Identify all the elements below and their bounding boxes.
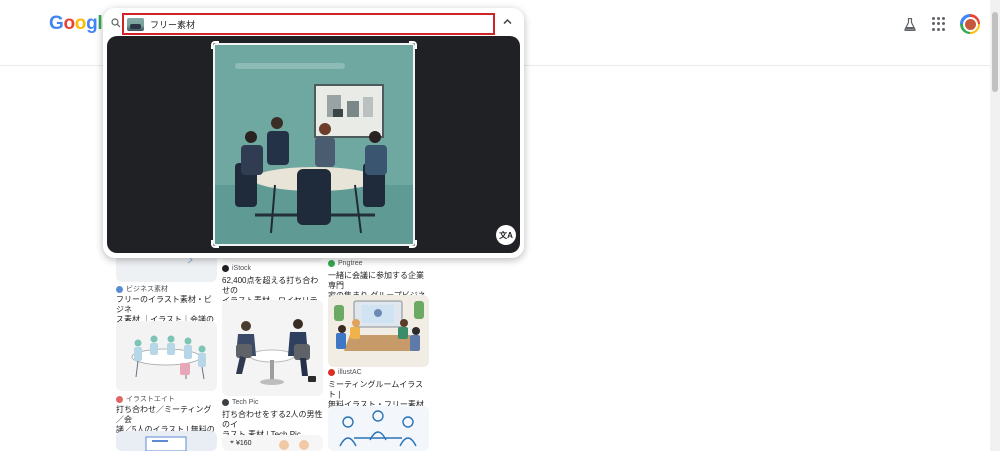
preview-image[interactable] <box>213 43 415 246</box>
favicon-icon <box>116 395 123 403</box>
logo-letter: o <box>63 13 75 34</box>
favicon-icon <box>328 369 335 376</box>
result-source-1[interactable]: ビジネス素材 <box>116 284 168 294</box>
result-image-5[interactable] <box>222 300 323 396</box>
logo-letter: G <box>49 13 64 34</box>
source-name: ビジネス素材 <box>126 286 168 293</box>
caption-line: 打ち合わせをする2人の男性のイ <box>222 410 323 429</box>
caption-line: 62,400点を超える打ち合わせの <box>222 276 319 295</box>
search-icon <box>111 18 121 28</box>
source-name: Pngtree <box>338 260 363 267</box>
google-lens-results-page: Google ビジネス素材 フリーのイラスト素材・ビジネ ス素材 ｜イラスト｜会… <box>0 0 1000 451</box>
result-source-5[interactable]: Tech Pic <box>222 399 258 406</box>
result-source-6[interactable]: illustAC <box>328 369 362 376</box>
result-image-8[interactable]: ⌖ ¥160 <box>222 435 323 451</box>
source-name: illustAC <box>338 369 362 376</box>
caption-line: フリーのイラスト素材・ビジネ <box>116 295 212 314</box>
source-name: Tech Pic <box>232 399 259 406</box>
logo-letter: o <box>74 13 87 34</box>
translate-icon[interactable]: 文A <box>496 225 516 245</box>
result-image-7[interactable] <box>116 431 217 451</box>
image-preview-area: 文A <box>107 36 520 253</box>
page-scrollbar[interactable] <box>990 0 1000 451</box>
translate-label: 文A <box>499 230 513 240</box>
labs-flask-icon[interactable] <box>902 16 918 32</box>
search-dropdown-panel: フリー素材 文A <box>103 8 524 258</box>
crop-corner-top-left[interactable] <box>211 41 219 49</box>
result-source-2[interactable]: iStock <box>222 265 251 272</box>
header-actions <box>902 14 980 34</box>
crop-corner-bottom-left[interactable] <box>211 240 219 248</box>
chevron-up-icon[interactable] <box>503 17 512 27</box>
result-image-4[interactable] <box>116 321 217 391</box>
avatar-photo <box>962 16 978 32</box>
account-avatar[interactable] <box>960 14 980 34</box>
google-apps-icon[interactable] <box>932 17 946 31</box>
caption-line: 一緒に会議に参加する企業専門 <box>328 271 424 290</box>
result-image-6[interactable] <box>328 295 429 367</box>
scrollbar-thumb[interactable] <box>992 12 998 92</box>
source-name: イラストエイト <box>126 396 175 403</box>
caption-line: 打ち合わせ／ミーティング／会 <box>116 405 212 424</box>
query-image-thumbnail[interactable] <box>127 17 144 31</box>
result-source-4[interactable]: イラストエイト <box>116 394 175 404</box>
crop-corner-top-right[interactable] <box>409 41 417 49</box>
logo-letter: g <box>86 13 98 34</box>
favicon-icon <box>328 260 335 267</box>
result-image-9[interactable] <box>328 406 429 451</box>
favicon-icon <box>222 399 229 406</box>
result-source-3[interactable]: Pngtree <box>328 260 363 267</box>
favicon-icon <box>116 285 123 293</box>
source-name: iStock <box>232 265 252 272</box>
caption-line: ミーティングルームイラスト | <box>328 380 424 399</box>
search-input[interactable]: フリー素材 <box>122 13 495 35</box>
search-query-text: フリー素材 <box>150 19 196 30</box>
crop-corner-bottom-right[interactable] <box>409 240 417 248</box>
favicon-icon <box>222 265 229 272</box>
